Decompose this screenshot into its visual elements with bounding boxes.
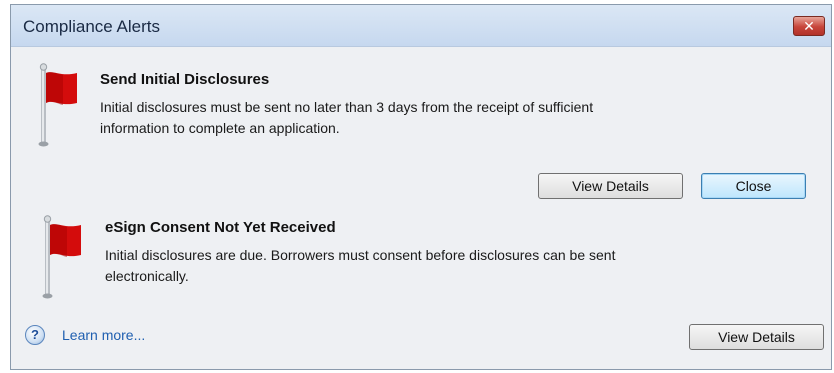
alert-message-line-2: information to complete an application. — [100, 120, 340, 136]
close-icon[interactable]: ✕ — [793, 16, 825, 36]
view-details-button[interactable]: View Details — [689, 324, 824, 350]
alert-title: eSign Consent Not Yet Received — [105, 219, 336, 236]
dialog-title: Compliance Alerts — [23, 17, 161, 36]
red-flag-icon — [38, 63, 77, 147]
alert-message-line-1: Initial disclosures must be sent no late… — [100, 99, 594, 115]
view-details-button[interactable]: View Details — [538, 173, 683, 199]
alert-message-line-2: electronically. — [105, 268, 189, 284]
close-button[interactable]: Close — [701, 173, 806, 199]
alert-message-line-1: Initial disclosures are due. Borrowers m… — [105, 247, 616, 263]
learn-more-link[interactable]: Learn more... — [62, 327, 145, 343]
red-flag-icon — [42, 215, 81, 299]
compliance-alerts-dialog: Compliance Alerts ✕ Send Initial Disclos… — [10, 4, 832, 370]
help-question-icon[interactable]: ? — [25, 325, 45, 345]
alert-title: Send Initial Disclosures — [100, 71, 270, 88]
title-bar: Compliance Alerts ✕ — [11, 5, 831, 47]
